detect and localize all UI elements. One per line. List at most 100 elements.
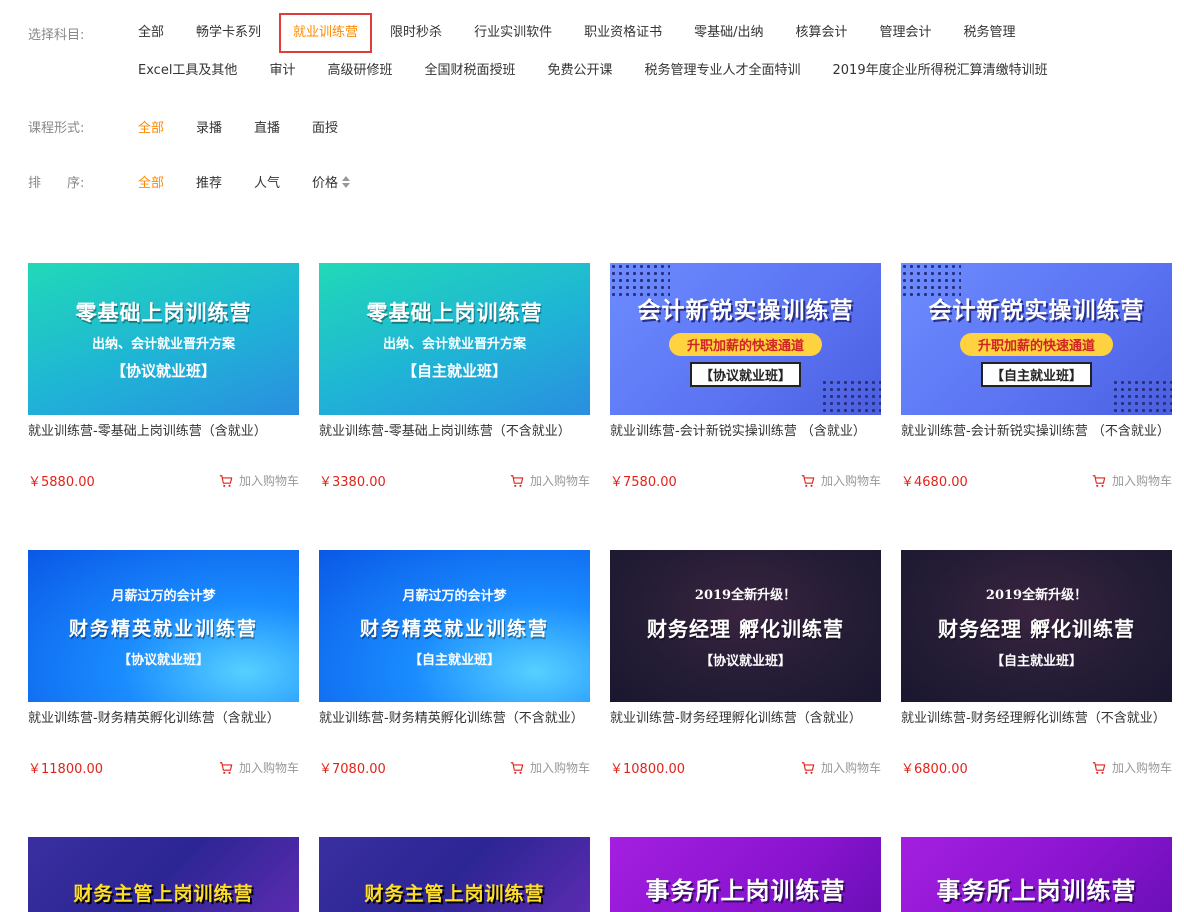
course-thumbnail[interactable]: 零基础上岗训练营 出纳、会计就业晋升方案 【自主就业班】 [319, 263, 590, 415]
subject-filter-item[interactable]: Excel工具及其他 [138, 62, 237, 80]
sort-filter-item[interactable]: 人气 [254, 172, 280, 191]
price-row: ￥6800.00 加入购物车 [901, 758, 1172, 777]
subject-filter-item[interactable]: 零基础/出纳 [694, 24, 763, 42]
subject-filter-item[interactable]: 税务管理 [964, 24, 1016, 42]
banner-top-text: 月薪过万的会计梦 [402, 588, 507, 604]
add-to-cart-button[interactable]: 加入购物车 [219, 472, 299, 489]
course-card[interactable]: 事务所上岗训练营 [901, 837, 1172, 912]
price-row: ￥7580.00 加入购物车 [610, 471, 881, 490]
course-card[interactable]: 会计新锐实操训练营 升职加薪的快速通道 【协议就业班】就业训练营-会计新锐实操训练营… [610, 263, 881, 550]
course-title[interactable]: 就业训练营-零基础上岗训练营（不含就业） [319, 423, 590, 459]
subject-filter-item[interactable]: 职业资格证书 [584, 24, 662, 42]
subject-filter-item[interactable]: 限时秒杀 [390, 24, 442, 42]
subject-filter-item[interactable]: 就业训练营 [279, 13, 373, 53]
banner-sub-text: 出纳、会计就业晋升方案 [382, 337, 526, 352]
course-card[interactable]: 财务主管上岗训练营 [28, 837, 299, 912]
course-title[interactable]: 就业训练营-财务经理孵化训练营（含就业） [610, 710, 881, 746]
format-filter-item[interactable]: 直播 [254, 117, 280, 136]
subject-filter-item[interactable]: 审计 [269, 62, 295, 80]
sort-arrows-icon [342, 175, 351, 188]
course-thumbnail[interactable]: 2019全新升级！ 财务经理 孵化训练营 【协议就业班】 [610, 550, 881, 702]
course-card[interactable]: 2019全新升级！ 财务经理 孵化训练营 【协议就业班】就业训练营-财务经理孵化训练… [610, 550, 881, 837]
format-filter-label: 课程形式: [28, 121, 85, 136]
subject-filter-item[interactable]: 高级研修班 [327, 62, 392, 80]
course-grid: 零基础上岗训练营 出纳、会计就业晋升方案 【协议就业班】 就业训练营-零基础上岗训练营… [28, 263, 1178, 912]
add-to-cart-label: 加入购物车 [820, 474, 881, 488]
banner-main-text: 财务经理 孵化训练营 [938, 616, 1135, 641]
banner-main-text: 会计新锐实操训练营 [637, 298, 854, 324]
course-price: ￥4680.00 [901, 475, 968, 490]
course-title[interactable]: 就业训练营-财务经理孵化训练营（不含就业） [901, 710, 1172, 746]
decor-dots [1112, 379, 1172, 415]
format-filter-item[interactable]: 全部 [138, 117, 164, 136]
shopping-cart-icon [219, 761, 239, 775]
course-thumbnail[interactable]: 月薪过万的会计梦 财务精英就业训练营 【协议就业班】 [28, 550, 299, 702]
add-to-cart-button[interactable]: 加入购物车 [1092, 472, 1172, 489]
format-filter-row: 课程形式: 全部 录播 直播 面授 [28, 117, 370, 136]
add-to-cart-button[interactable]: 加入购物车 [801, 472, 881, 489]
course-thumbnail[interactable]: 月薪过万的会计梦 财务精英就业训练营 【自主就业班】 [319, 550, 590, 702]
shopping-cart-icon [510, 474, 530, 488]
course-card[interactable]: 事务所上岗训练营 [610, 837, 881, 912]
subject-filter-item[interactable]: 核算会计 [795, 24, 847, 42]
course-title[interactable]: 就业训练营-会计新锐实操训练营 （不含就业） [901, 423, 1172, 459]
banner-tag-text: 【协议就业班】 [110, 362, 216, 380]
course-card[interactable]: 零基础上岗训练营 出纳、会计就业晋升方案 【协议就业班】就业训练营-零基础上岗训练营… [28, 263, 299, 550]
course-card[interactable]: 会计新锐实操训练营 升职加薪的快速通道 【自主就业班】就业训练营-会计新锐实操训练营… [901, 263, 1172, 550]
subject-filter-item[interactable]: 行业实训软件 [474, 24, 552, 42]
course-thumbnail[interactable]: 事务所上岗训练营 [610, 837, 881, 912]
course-card[interactable]: 月薪过万的会计梦 财务精英就业训练营 【自主就业班】就业训练营-财务精英孵化训练营（… [319, 550, 590, 837]
add-to-cart-label: 加入购物车 [820, 761, 881, 775]
price-row: ￥7080.00 加入购物车 [319, 758, 590, 777]
course-thumbnail[interactable]: 事务所上岗训练营 [901, 837, 1172, 912]
banner-top-text: 2019全新升级！ [985, 587, 1088, 603]
course-card[interactable]: 月薪过万的会计梦 财务精英就业训练营 【协议就业班】就业训练营-财务精英孵化训练营（… [28, 550, 299, 837]
sort-filter-item[interactable]: 全部 [138, 172, 164, 191]
banner-top-text: 月薪过万的会计梦 [111, 588, 216, 604]
course-title[interactable]: 就业训练营-财务精英孵化训练营（含就业） [28, 710, 299, 746]
course-card[interactable]: 2019全新升级！ 财务经理 孵化训练营【自主就业班】就业训练营-财务经理孵化训练… [901, 550, 1172, 837]
banner-sub-text: 升职加薪的快速通道 [959, 333, 1113, 356]
course-card[interactable]: 财务主管上岗训练营 [319, 837, 590, 912]
add-to-cart-label: 加入购物车 [529, 474, 590, 488]
shopping-cart-icon [219, 474, 239, 488]
format-filter-item[interactable]: 面授 [312, 117, 338, 136]
shopping-cart-icon [801, 474, 821, 488]
add-to-cart-button[interactable]: 加入购物车 [510, 759, 590, 776]
add-to-cart-button[interactable]: 加入购物车 [219, 759, 299, 776]
course-price: ￥7080.00 [319, 762, 386, 777]
course-thumbnail[interactable]: 财务主管上岗训练营 [28, 837, 299, 912]
shopping-cart-icon [510, 761, 530, 775]
subject-filter-items: 全部 畅学卡系列 就业训练营 限时秒杀 行业实训软件 职业资格证书 零基础/出纳 核算会计 管理… [138, 13, 1138, 80]
add-to-cart-button[interactable]: 加入购物车 [510, 472, 590, 489]
add-to-cart-label: 加入购物车 [238, 761, 299, 775]
subject-filter-item[interactable]: 管理会计 [880, 24, 932, 42]
format-filter-item[interactable]: 录播 [196, 117, 222, 136]
course-title[interactable]: 就业训练营-会计新锐实操训练营 （含就业） [610, 423, 881, 459]
price-row: ￥10800.00 加入购物车 [610, 758, 881, 777]
course-thumbnail[interactable]: 零基础上岗训练营 出纳、会计就业晋升方案 【协议就业班】 [28, 263, 299, 415]
subject-filter-item[interactable]: 税务管理专业人才全面特训 [645, 62, 801, 80]
add-to-cart-button[interactable]: 加入购物车 [1092, 759, 1172, 776]
subject-filter-item[interactable]: 全国财税面授班 [424, 62, 515, 80]
add-to-cart-label: 加入购物车 [1111, 474, 1172, 488]
course-card[interactable]: 零基础上岗训练营 出纳、会计就业晋升方案 【自主就业班】就业训练营-零基础上岗训练营… [319, 263, 590, 550]
course-thumbnail[interactable]: 2019全新升级！ 财务经理 孵化训练营【自主就业班】 [901, 550, 1172, 702]
course-title[interactable]: 就业训练营-财务精英孵化训练营（不含就业） [319, 710, 590, 746]
sort-filter-item[interactable]: 推荐 [196, 172, 222, 191]
course-thumbnail[interactable]: 会计新锐实操训练营 升职加薪的快速通道 【自主就业班】 [901, 263, 1172, 415]
sort-filter-item[interactable]: 价格 [312, 172, 351, 191]
subject-filter-item[interactable]: 畅学卡系列 [196, 24, 261, 42]
add-to-cart-button[interactable]: 加入购物车 [801, 759, 881, 776]
course-title[interactable]: 就业训练营-零基础上岗训练营（含就业） [28, 423, 299, 459]
subject-filter-item[interactable]: 2019年度企业所得税汇算清缴特训班 [833, 62, 1048, 80]
subject-filter-item[interactable]: 免费公开课 [547, 62, 612, 80]
course-price: ￥7580.00 [610, 475, 677, 490]
shopping-cart-icon [1092, 761, 1112, 775]
subject-filter-item[interactable]: 全部 [138, 24, 164, 42]
shopping-cart-icon [1092, 474, 1112, 488]
banner-tag-text: 【自主就业班】 [990, 653, 1082, 669]
course-thumbnail[interactable]: 财务主管上岗训练营 [319, 837, 590, 912]
course-thumbnail[interactable]: 会计新锐实操训练营 升职加薪的快速通道 【协议就业班】 [610, 263, 881, 415]
banner-tag-text: 【协议就业班】 [117, 652, 209, 668]
